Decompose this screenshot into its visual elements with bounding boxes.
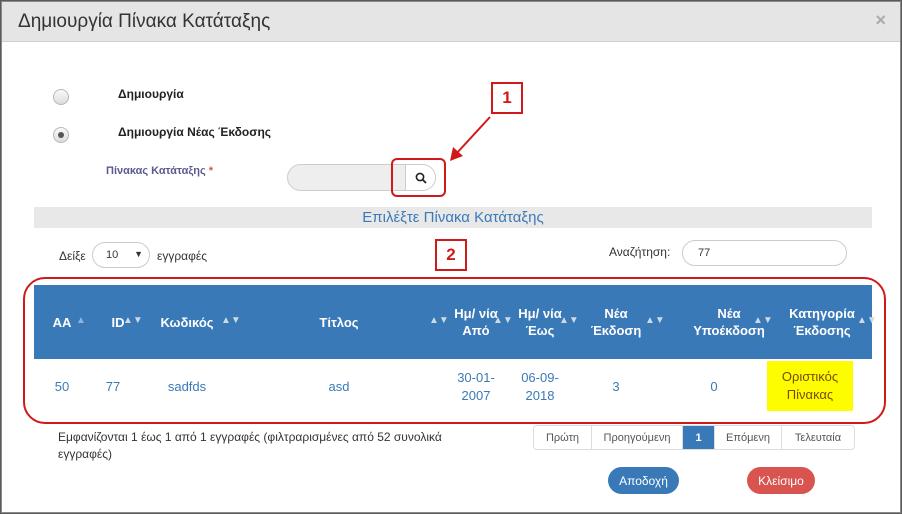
col-code[interactable]: Κωδικός	[152, 285, 222, 359]
cell-date-from: 30-01-2007	[457, 369, 495, 403]
col-title[interactable]: Τίτλος	[284, 285, 394, 359]
annotation-arrow-icon	[450, 116, 491, 161]
cell-aa: 50	[54, 378, 70, 394]
col-code-label: Κωδικός	[160, 314, 214, 330]
select-ranking-table-heading: Επιλέξτε Πίνακα Κατάταξης	[34, 207, 872, 228]
col-category[interactable]: Κατηγορία Έκδοσης	[782, 285, 862, 359]
modal-header: Δημιουργία Πίνακα Κατάταξης ×	[2, 2, 900, 42]
modal-title: Δημιουργία Πίνακα Κατάταξης	[18, 11, 271, 32]
annotation-label-1: 1	[491, 82, 523, 114]
sort-icon: ▲▼	[559, 315, 579, 326]
chevron-down-icon: ▼	[134, 249, 143, 259]
col-date-to[interactable]: Ημ/ νία Έως	[518, 285, 562, 359]
radio-create-label: Δημιουργία	[118, 87, 184, 101]
col-aa-label: AA	[52, 314, 72, 330]
cell-date-to: 06-09-2018	[521, 369, 559, 403]
col-category-label: Κατηγορία Έκδοσης	[789, 306, 855, 338]
accept-button[interactable]: Αποδοχή	[608, 467, 679, 494]
sort-icon: ▲▼	[493, 315, 513, 326]
page-length-select[interactable]: 10 ▼	[92, 242, 150, 268]
col-new-version-label: Νέα Έκδοση	[590, 306, 642, 338]
page-next[interactable]: Επόμενη	[715, 426, 782, 449]
sort-icon: ▲▼	[429, 315, 449, 326]
required-mark: *	[208, 165, 214, 177]
table-info: Εμφανίζονται 1 έως 1 από 1 εγγραφές (φιλ…	[58, 430, 442, 461]
col-date-to-label: Ημ/ νία Έως	[518, 306, 562, 338]
annotation-box-search	[391, 158, 446, 197]
col-title-label: Τίτλος	[319, 314, 359, 330]
sort-icon: ▲▼	[753, 315, 773, 326]
sort-icon: ▲▼	[857, 315, 877, 326]
search-label: Αναζήτηση:	[609, 245, 671, 259]
sort-icon: ▲▼	[123, 315, 143, 326]
ranking-table-label-text: Πίνακας Κατάταξης	[106, 165, 206, 177]
cell-title: asd	[328, 378, 350, 394]
radio-new-version[interactable]	[53, 127, 69, 143]
page-length-value: 10	[106, 249, 119, 261]
create-ranking-dialog: Δημιουργία Πίνακα Κατάταξης × Δημιουργία…	[1, 1, 901, 513]
page-previous[interactable]: Προηγούμενη	[592, 426, 683, 449]
records-label: εγγραφές	[157, 249, 208, 263]
pagination: Πρώτη Προηγούμενη 1 Επόμενη Τελευταία	[533, 425, 855, 450]
table-header: AA ▲ ID ▲▼ Κωδικός ▲▼ Τίτλος ▲▼ Ημ/ νία …	[34, 285, 877, 359]
col-new-version[interactable]: Νέα Έκδοση	[586, 285, 646, 359]
close-icon[interactable]: ×	[875, 10, 886, 31]
page-last[interactable]: Τελευταία	[782, 426, 854, 449]
ranking-table-input[interactable]	[287, 164, 407, 191]
cell-id: 77	[105, 378, 121, 394]
sort-asc-icon: ▲	[76, 315, 86, 326]
page-current[interactable]: 1	[683, 426, 715, 449]
page-first[interactable]: Πρώτη	[534, 426, 592, 449]
sort-icon: ▲▼	[645, 315, 665, 326]
close-button[interactable]: Κλείσιμο	[747, 467, 815, 494]
sort-icon: ▲▼	[221, 315, 241, 326]
search-input[interactable]: 77	[682, 240, 847, 266]
annotation-label-2: 2	[435, 239, 467, 271]
radio-new-version-label: Δημιουργία Νέας Έκδοσης	[118, 125, 272, 139]
cell-new-version: 3	[612, 378, 620, 394]
show-label: Δείξε	[59, 249, 86, 263]
radio-create[interactable]	[53, 89, 69, 105]
cell-code: sadfds	[167, 378, 207, 394]
cell-category: Οριστικός Πίνακας	[767, 361, 853, 411]
cell-new-subversion: 0	[710, 378, 718, 394]
table-row[interactable]: 50 77 sadfds asd 30-01-2007 06-09-2018 3…	[34, 359, 872, 414]
ranking-table-label: Πίνακας Κατάταξης *	[106, 165, 213, 177]
